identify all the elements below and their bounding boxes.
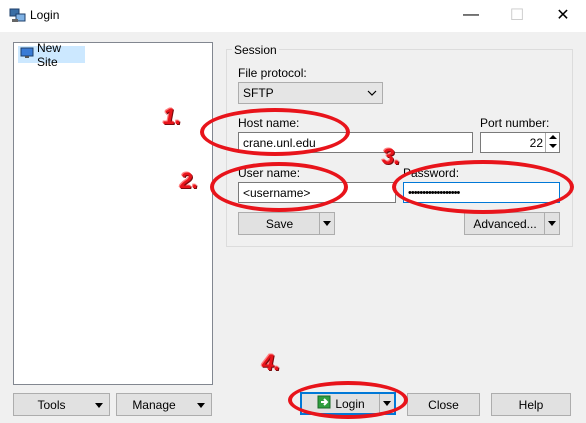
save-dropdown-button[interactable]: [319, 213, 334, 234]
port-number-label: Port number:: [480, 116, 550, 130]
tools-label: Tools: [37, 397, 66, 412]
login-dropdown-button[interactable]: [379, 394, 394, 413]
file-protocol-label: File protocol:: [238, 66, 307, 80]
password-label: Password:: [403, 166, 460, 180]
maximize-button: ☐: [509, 7, 525, 24]
port-number-input[interactable]: 22: [480, 132, 560, 153]
arrow-up-icon[interactable]: [549, 135, 557, 139]
session-legend: Session: [232, 43, 279, 57]
arrow-down-icon[interactable]: [549, 144, 557, 148]
annotation-number-4: 4.: [262, 350, 281, 375]
annotation-number-1: 1.: [163, 104, 182, 129]
host-name-label: Host name:: [238, 116, 300, 130]
advanced-label: Advanced...: [473, 216, 537, 231]
login-icon: [317, 395, 331, 412]
host-name-value: crane.unl.edu: [243, 135, 316, 150]
host-name-input[interactable]: crane.unl.edu: [238, 132, 473, 153]
login-button[interactable]: Login: [300, 392, 396, 415]
annotation-number-3: 3.: [382, 144, 401, 169]
site-tree[interactable]: New Site: [13, 41, 213, 385]
login-label: Login: [335, 396, 365, 411]
computer-icon: [20, 47, 34, 62]
title-bar: Login — ☐ ✕: [0, 0, 586, 32]
close-button[interactable]: Close: [407, 393, 480, 416]
help-label: Help: [518, 397, 544, 412]
save-label: Save: [265, 216, 294, 231]
dropdown-arrow-icon: [548, 221, 556, 226]
port-number-value: 22: [529, 135, 543, 150]
window-title: Login: [30, 8, 60, 22]
minimize-button[interactable]: —: [448, 0, 494, 30]
port-spinner[interactable]: [545, 133, 559, 152]
manage-button[interactable]: Manage: [116, 393, 212, 416]
file-protocol-value: SFTP: [243, 86, 274, 100]
password-value: ••••••••••••••••••: [408, 186, 460, 199]
save-button[interactable]: Save: [238, 212, 335, 235]
user-name-input[interactable]: <username>: [238, 182, 396, 203]
close-window-button[interactable]: ✕: [540, 0, 586, 30]
site-item-new-site[interactable]: New Site: [18, 41, 85, 69]
dropdown-arrow-icon: [323, 221, 331, 226]
advanced-dropdown-button[interactable]: [544, 213, 559, 234]
site-item-label: New Site: [37, 40, 62, 69]
advanced-button[interactable]: Advanced...: [464, 212, 560, 235]
help-button[interactable]: Help: [491, 393, 571, 416]
password-input[interactable]: ••••••••••••••••••: [403, 182, 560, 203]
chevron-down-icon: [367, 86, 377, 103]
dropdown-arrow-icon: [197, 403, 205, 408]
winscp-logo-icon: [9, 7, 26, 24]
file-protocol-select[interactable]: SFTP: [238, 82, 383, 104]
user-name-label: User name:: [238, 166, 301, 180]
dropdown-arrow-icon: [95, 403, 103, 408]
dropdown-arrow-icon: [383, 401, 391, 406]
manage-label: Manage: [132, 397, 176, 412]
annotation-number-2: 2.: [180, 168, 199, 193]
tools-button[interactable]: Tools: [13, 393, 110, 416]
close-label: Close: [428, 397, 459, 412]
user-name-value: <username>: [243, 185, 311, 200]
